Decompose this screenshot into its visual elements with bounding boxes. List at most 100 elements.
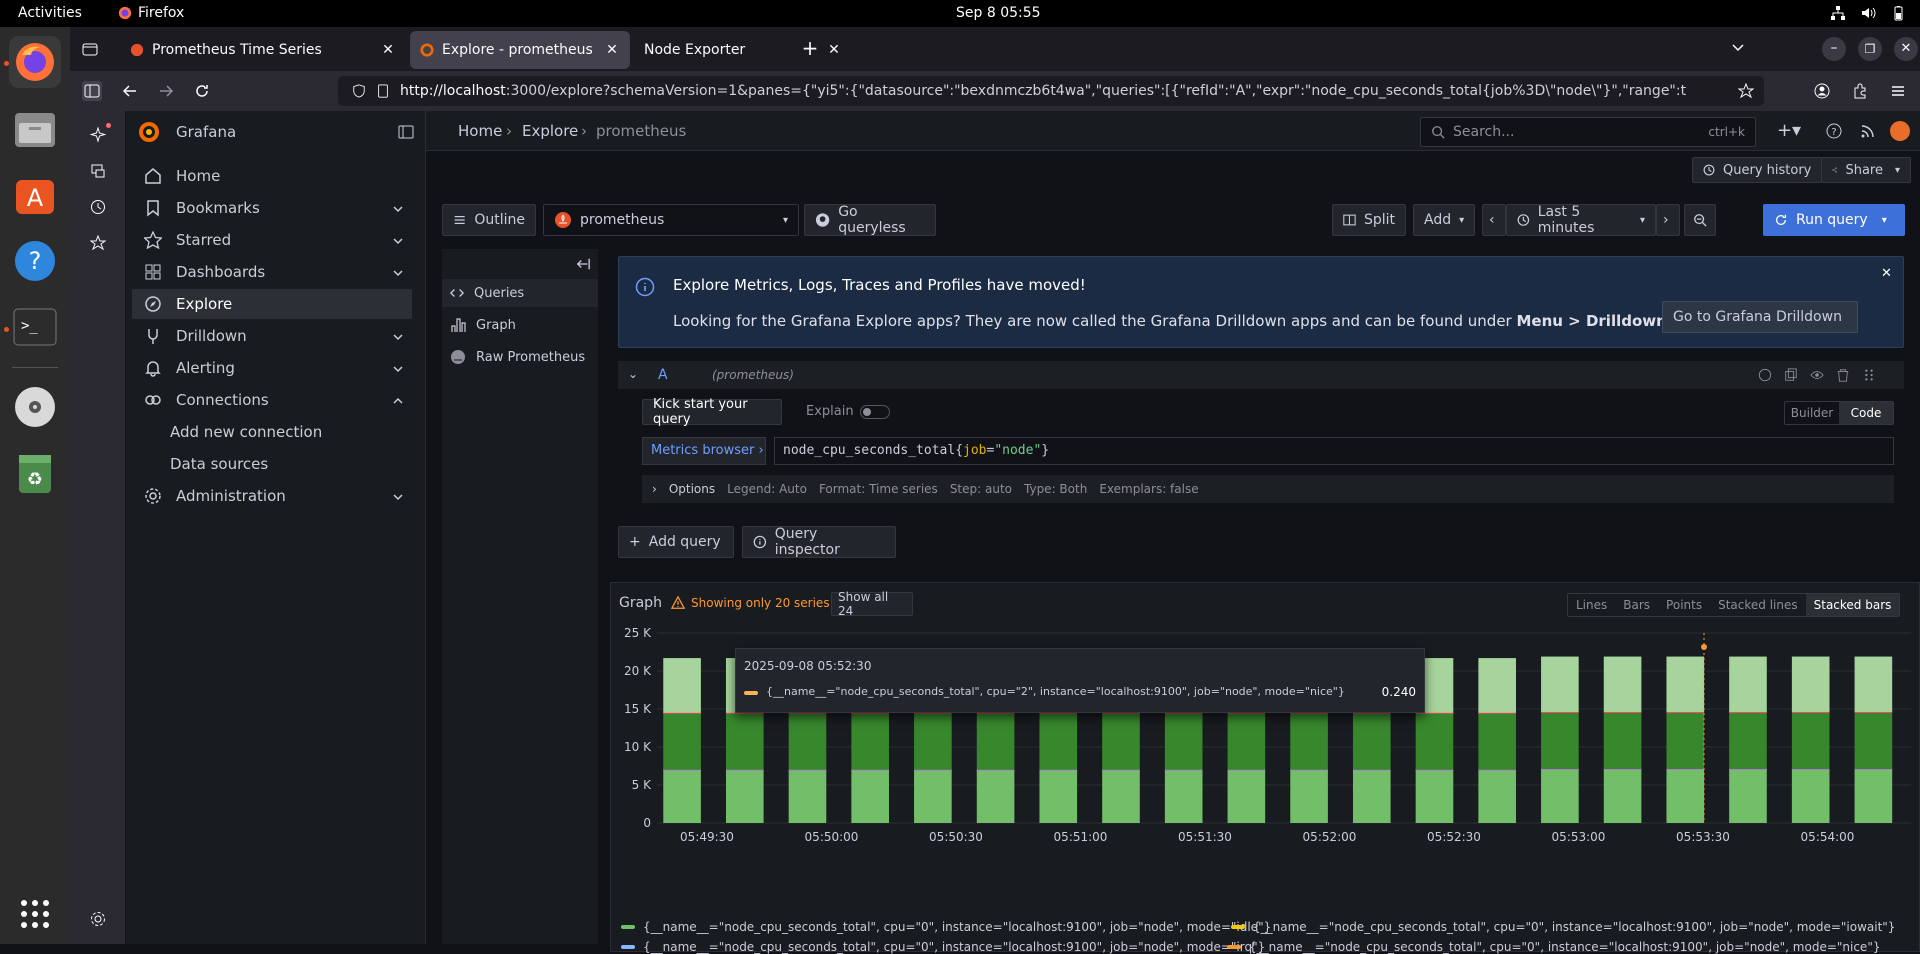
bar-segment[interactable]: [1227, 769, 1266, 823]
bar-segment[interactable]: [1541, 656, 1579, 713]
run-query-button[interactable]: Run query ▾: [1763, 204, 1905, 236]
bar-segment[interactable]: [1290, 769, 1328, 823]
sidebar-toggle-icon[interactable]: [82, 81, 102, 101]
zoom-out-button[interactable]: [1684, 204, 1716, 236]
mode-points[interactable]: Points: [1658, 594, 1710, 616]
avatar[interactable]: [1890, 121, 1910, 141]
bar-segment[interactable]: [1478, 712, 1516, 770]
dock-help[interactable]: ?: [9, 235, 61, 287]
nav-dashboards[interactable]: Dashboards: [132, 257, 412, 287]
grafana-logo-icon[interactable]: [138, 121, 160, 143]
bar-segment[interactable]: [1854, 656, 1893, 713]
legend-item[interactable]: {__name__="node_cpu_seconds_total", cpu=…: [621, 920, 1271, 934]
close-icon[interactable]: ✕: [1881, 267, 1895, 281]
builder-tab[interactable]: Builder: [1785, 402, 1839, 424]
chevron-down-icon[interactable]: ▾: [1895, 165, 1900, 176]
query-history-button[interactable]: Query history: [1692, 157, 1823, 183]
outline-item-raw-prometheus[interactable]: Raw Prometheus: [442, 343, 598, 371]
go-queryless-button[interactable]: Go queryless: [804, 204, 936, 236]
add-button[interactable]: Add ▾: [1413, 204, 1475, 236]
bar-segment[interactable]: [1478, 658, 1516, 713]
bar-segment[interactable]: [788, 712, 827, 770]
time-forward-button[interactable]: ›: [1656, 204, 1680, 236]
bar-segment[interactable]: [1791, 769, 1830, 823]
history-icon[interactable]: [90, 199, 106, 215]
time-picker[interactable]: Last 5 minutes ▾: [1506, 204, 1656, 236]
bar-segment[interactable]: [1541, 769, 1579, 823]
help-icon[interactable]: [1758, 368, 1772, 382]
close-icon[interactable]: ✕: [604, 42, 620, 58]
mode-lines[interactable]: Lines: [1568, 594, 1615, 616]
bar-segment[interactable]: [663, 712, 701, 770]
tab-prometheus[interactable]: Prometheus Time Series ✕: [120, 31, 406, 69]
chevron-down-icon[interactable]: [392, 233, 404, 245]
datasource-picker[interactable]: prometheus ▾: [543, 204, 799, 236]
query-editor[interactable]: node_cpu_seconds_total{job="node"}: [774, 437, 1894, 465]
bar-segment[interactable]: [1603, 656, 1642, 713]
dock-show-apps[interactable]: [9, 888, 61, 940]
bar-segment[interactable]: [1729, 656, 1767, 713]
bar-segment[interactable]: [1791, 656, 1830, 713]
split-button[interactable]: Split: [1332, 204, 1406, 236]
bar-segment[interactable]: [1666, 656, 1705, 713]
query-ref[interactable]: A: [658, 367, 668, 383]
outline-item-graph[interactable]: Graph: [442, 311, 598, 339]
legend-item[interactable]: {__name__="node_cpu_seconds_total", cpu=…: [1231, 920, 1895, 934]
bar-segment[interactable]: [1039, 769, 1078, 823]
bar-segment[interactable]: [851, 769, 889, 823]
chevron-down-icon[interactable]: [392, 329, 404, 341]
eye-icon[interactable]: [1810, 368, 1824, 382]
bar-segment[interactable]: [663, 769, 701, 823]
mode-stacked-bars[interactable]: Stacked bars: [1805, 594, 1900, 616]
chevron-down-icon[interactable]: [392, 201, 404, 213]
back-icon[interactable]: [122, 83, 138, 99]
bar-segment[interactable]: [1666, 769, 1705, 823]
new-plus-button[interactable]: +▾: [1774, 119, 1804, 143]
kick-start-button[interactable]: Kick start your query: [642, 397, 782, 427]
go-to-drilldown-button[interactable]: Go to Grafana Drilldown: [1662, 301, 1858, 333]
page-icon[interactable]: [376, 84, 390, 98]
close-window-button[interactable]: ✕: [1894, 37, 1918, 61]
customize-icon[interactable]: [90, 911, 106, 927]
synced-tabs-icon[interactable]: [90, 163, 106, 179]
dock-menu-icon[interactable]: [398, 124, 414, 140]
bookmarks-icon[interactable]: [89, 234, 107, 251]
chevron-down-icon[interactable]: [392, 265, 404, 277]
dock-files[interactable]: [9, 103, 61, 155]
breadcrumb-explore[interactable]: Explore: [522, 122, 578, 140]
show-all-button[interactable]: Show all 24: [831, 590, 913, 618]
dock-firefox[interactable]: [9, 36, 61, 88]
bar-segment[interactable]: [1729, 769, 1767, 823]
outline-button[interactable]: Outline: [442, 204, 536, 236]
bar-segment[interactable]: [914, 712, 952, 770]
extensions-icon[interactable]: [1852, 83, 1868, 99]
breadcrumb-home[interactable]: Home: [458, 122, 502, 140]
mode-stacked-lines[interactable]: Stacked lines: [1710, 594, 1806, 616]
duplicate-icon[interactable]: [1784, 368, 1798, 382]
shield-icon[interactable]: [352, 84, 366, 98]
nav-starred[interactable]: Starred: [132, 225, 412, 255]
trash-icon[interactable]: [1836, 368, 1850, 382]
bar-segment[interactable]: [1415, 712, 1454, 770]
url-bar[interactable]: http://localhost:3000/explore?schemaVers…: [338, 76, 1764, 106]
bar-segment[interactable]: [1854, 769, 1893, 823]
forward-icon[interactable]: [158, 83, 174, 99]
time-back-button[interactable]: ‹: [1482, 204, 1506, 236]
drag-handle-icon[interactable]: [1862, 368, 1876, 382]
bar-segment[interactable]: [1541, 712, 1579, 770]
bar-segment[interactable]: [1164, 769, 1203, 823]
bar-segment[interactable]: [976, 769, 1015, 823]
nav-home[interactable]: Home: [132, 161, 412, 191]
firefox-view-icon[interactable]: [82, 41, 98, 57]
bar-segment[interactable]: [1791, 712, 1830, 770]
chevron-down-icon[interactable]: ▾: [1882, 215, 1887, 226]
nav-bookmarks[interactable]: Bookmarks: [132, 193, 412, 223]
reload-icon[interactable]: [194, 83, 210, 99]
bar-segment[interactable]: [1478, 769, 1516, 823]
dock-terminal[interactable]: >_: [9, 301, 61, 353]
dock-disc[interactable]: [9, 381, 61, 433]
query-options[interactable]: › Options Legend: Auto Format: Time seri…: [642, 475, 1894, 503]
bar-segment[interactable]: [1164, 712, 1203, 770]
bar-segment[interactable]: [1290, 712, 1328, 770]
nav-alerting[interactable]: Alerting: [132, 353, 412, 383]
